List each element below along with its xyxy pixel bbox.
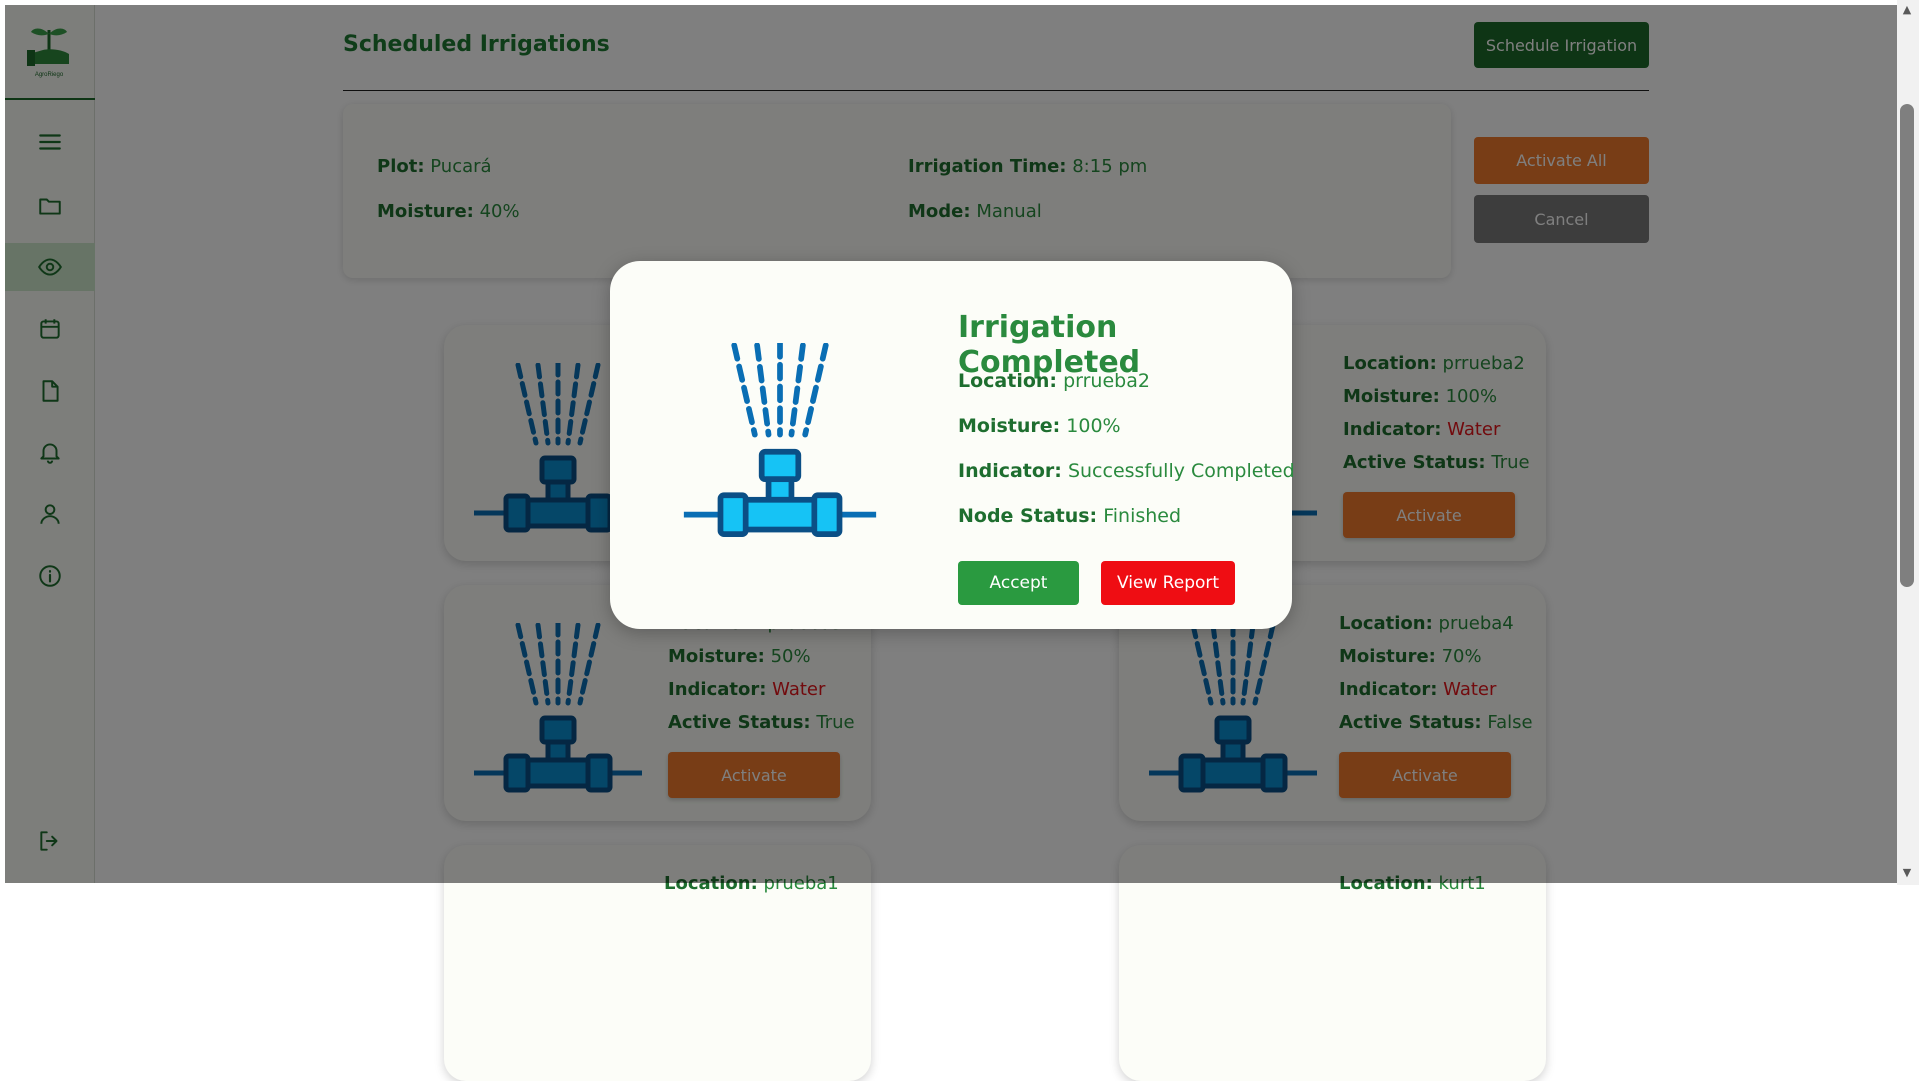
view-report-button[interactable]: View Report	[1101, 561, 1235, 605]
scroll-down-icon[interactable]: ▼	[1900, 866, 1914, 880]
scrollbar-thumb[interactable]	[1900, 104, 1914, 587]
accept-button[interactable]: Accept	[958, 561, 1079, 605]
dialog-node-status: Node Status: Finished	[958, 505, 1182, 527]
irrigation-completed-dialog: Irrigation Completed Location: prrueba2 …	[610, 261, 1295, 629]
dialog-location: Location: prrueba2	[958, 370, 1150, 392]
app-window: AgroRiego Scheduled Irrigat	[0, 0, 1919, 1081]
sprinkler-icon	[676, 343, 884, 549]
scroll-up-icon[interactable]: ▲	[1900, 3, 1914, 17]
dialog-moisture: Moisture: 100%	[958, 415, 1121, 437]
dialog-indicator: Indicator: Successfully Completed	[958, 460, 1295, 482]
